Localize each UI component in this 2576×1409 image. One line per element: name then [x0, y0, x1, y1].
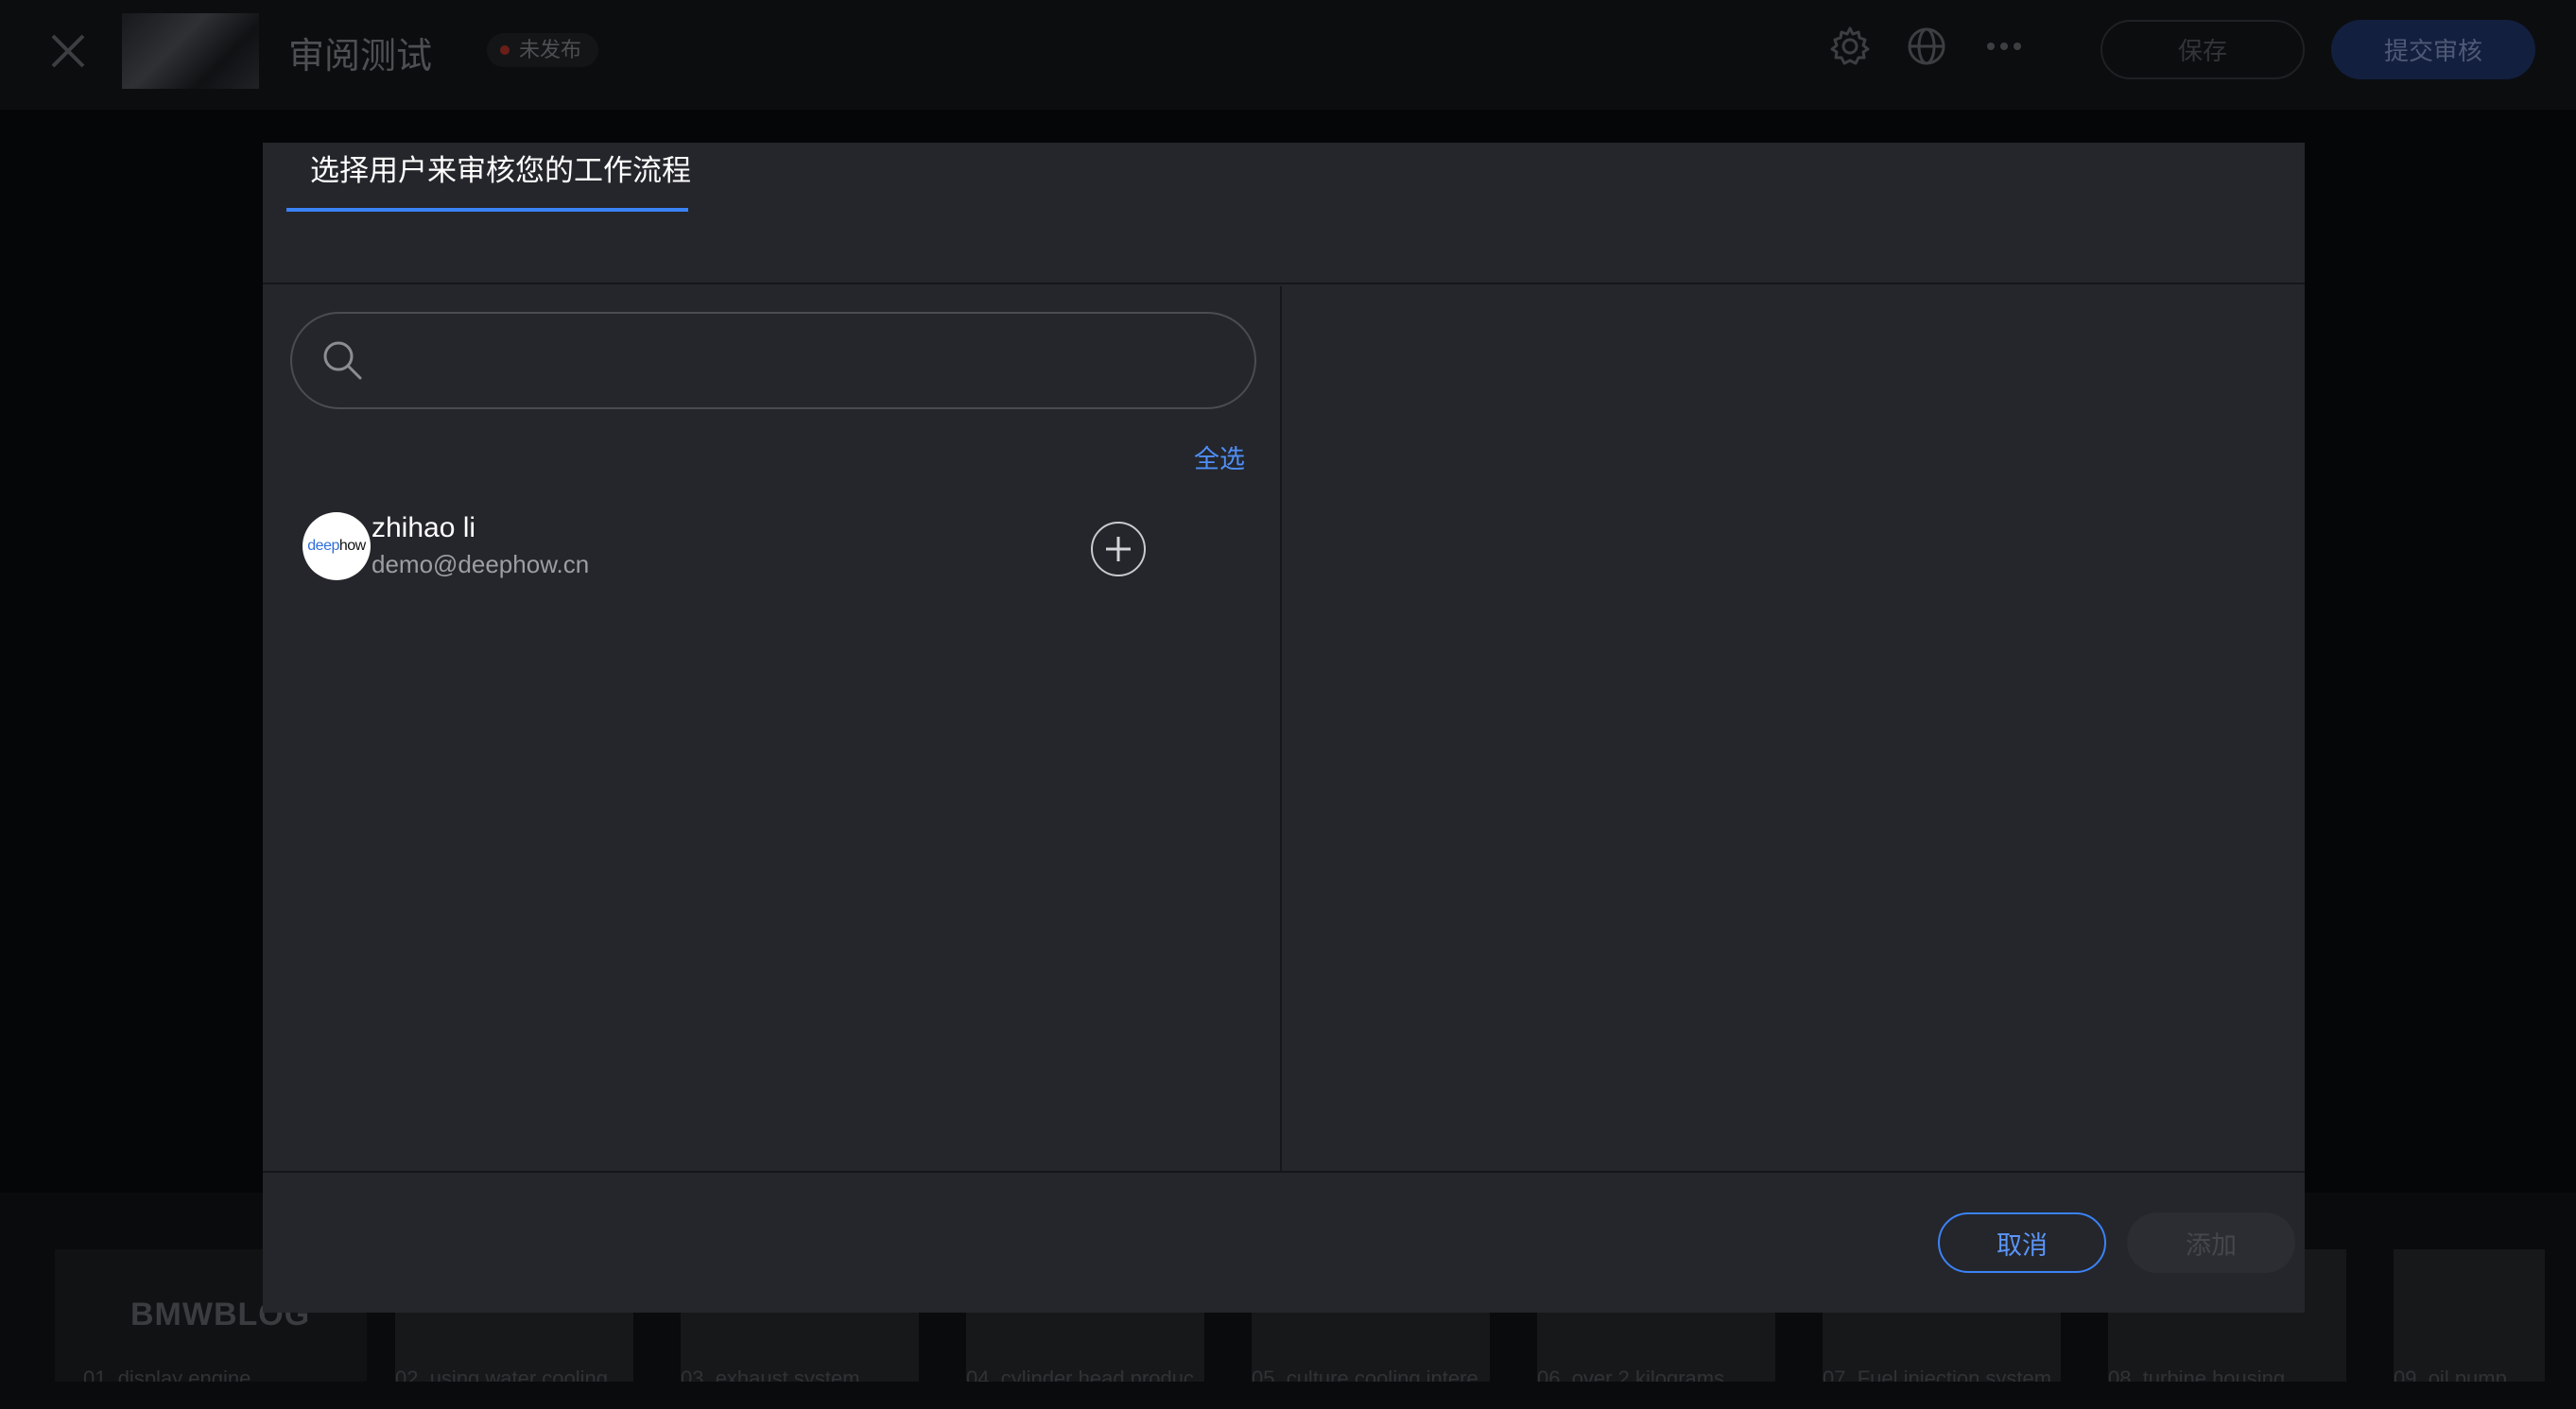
user-list-item[interactable]: deephow zhihao li demo@deephow.cn: [303, 501, 1248, 595]
tab-active-indicator: [286, 208, 688, 212]
user-search-input[interactable]: [382, 331, 1233, 391]
plus-icon: [1106, 537, 1131, 561]
reviewer-select-dialog: 选择用户来审核您的工作流程 全选 deephow zhihao li demo@…: [263, 143, 2305, 1313]
tab-select-reviewers-label: 选择用户来审核您的工作流程: [310, 154, 691, 187]
avatar-logo: deephow: [307, 538, 366, 555]
select-all-link[interactable]: 全选: [1194, 438, 1245, 475]
user-search-box[interactable]: [290, 312, 1256, 409]
add-user-button[interactable]: [1091, 522, 1146, 576]
search-icon: [323, 341, 362, 380]
tab-select-reviewers[interactable]: 选择用户来审核您的工作流程: [286, 143, 691, 212]
user-name: zhihao li: [372, 512, 476, 543]
dialog-header: 选择用户来审核您的工作流程: [263, 143, 2305, 284]
avatar-logo-part: deep: [307, 538, 339, 554]
cancel-button[interactable]: 取消: [1938, 1212, 2106, 1273]
user-list-pane: [263, 286, 1282, 1171]
user-email: demo@deephow.cn: [372, 550, 590, 578]
app-root: 审阅测试 未发布 保存 提交审核 BMWBLOG 01. display eng…: [0, 0, 2576, 1409]
add-button[interactable]: 添加: [2127, 1212, 2295, 1273]
dialog-footer: 取消 添加: [263, 1171, 2305, 1313]
selected-users-pane: [1284, 286, 2305, 1171]
avatar-logo-part: how: [338, 538, 366, 554]
avatar: deephow: [303, 512, 371, 580]
